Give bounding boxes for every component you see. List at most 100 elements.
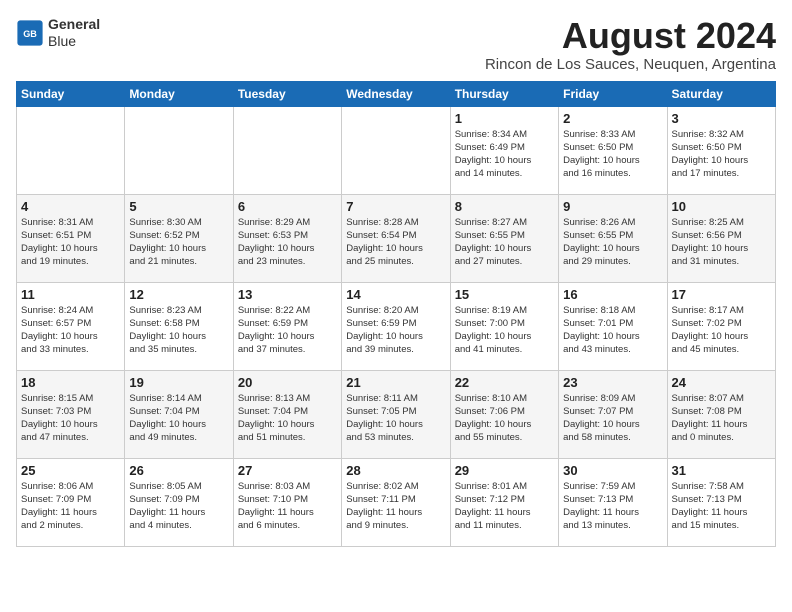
day-info: Sunrise: 8:25 AMSunset: 6:56 PMDaylight:…	[672, 216, 771, 269]
day-number: 5	[129, 199, 228, 214]
day-number: 25	[21, 463, 120, 478]
day-number: 21	[346, 375, 445, 390]
calendar-cell: 3 Sunrise: 8:32 AMSunset: 6:50 PMDaylight…	[667, 106, 775, 194]
calendar-cell: 26 Sunrise: 8:05 AMSunset: 7:09 PMDayligh…	[125, 458, 233, 546]
day-number: 2	[563, 111, 662, 126]
calendar-cell: 10 Sunrise: 8:25 AMSunset: 6:56 PMDayligh…	[667, 194, 775, 282]
day-of-week-header: Wednesday	[342, 81, 450, 106]
day-number: 4	[21, 199, 120, 214]
day-number: 24	[672, 375, 771, 390]
day-info: Sunrise: 8:28 AMSunset: 6:54 PMDaylight:…	[346, 216, 445, 269]
calendar-cell: 19Sunrise: 8:14 AMSunset: 7:04 PMDayligh…	[125, 370, 233, 458]
day-number: 17	[672, 287, 771, 302]
day-info: Sunrise: 8:24 AMSunset: 6:57 PMDaylight:…	[21, 304, 120, 357]
calendar-cell: 28 Sunrise: 8:02 AMSunset: 7:11 PMDayligh…	[342, 458, 450, 546]
day-info: Sunrise: 8:13 AMSunset: 7:04 PMDaylight:…	[238, 392, 337, 445]
calendar-cell: 31 Sunrise: 7:58 AMSunset: 7:13 PMDayligh…	[667, 458, 775, 546]
calendar-cell: 13 Sunrise: 8:22 AMSunset: 6:59 PMDayligh…	[233, 282, 341, 370]
calendar-cell: 12 Sunrise: 8:23 AMSunset: 6:58 PMDayligh…	[125, 282, 233, 370]
day-of-week-header: Saturday	[667, 81, 775, 106]
day-info: Sunrise: 8:06 AMSunset: 7:09 PMDaylight:…	[21, 480, 120, 533]
day-info: Sunrise: 8:27 AMSunset: 6:55 PMDaylight:…	[455, 216, 554, 269]
day-of-week-header: Monday	[125, 81, 233, 106]
day-number: 6	[238, 199, 337, 214]
calendar-cell	[233, 106, 341, 194]
day-number: 28	[346, 463, 445, 478]
day-info: Sunrise: 7:58 AMSunset: 7:13 PMDaylight:…	[672, 480, 771, 533]
day-number: 13	[238, 287, 337, 302]
calendar-cell: 7 Sunrise: 8:28 AMSunset: 6:54 PMDaylight…	[342, 194, 450, 282]
day-number: 22	[455, 375, 554, 390]
day-number: 26	[129, 463, 228, 478]
calendar-cell	[17, 106, 125, 194]
calendar-cell: 21 Sunrise: 8:11 AMSunset: 7:05 PMDayligh…	[342, 370, 450, 458]
day-info: Sunrise: 8:34 AMSunset: 6:49 PMDaylight:…	[455, 128, 554, 181]
day-info: Sunrise: 7:59 AMSunset: 7:13 PMDaylight:…	[563, 480, 662, 533]
day-number: 3	[672, 111, 771, 126]
day-number: 20	[238, 375, 337, 390]
logo: GB General Blue	[16, 16, 100, 50]
day-info: Sunrise: 8:11 AMSunset: 7:05 PMDaylight:…	[346, 392, 445, 445]
day-number: 7	[346, 199, 445, 214]
day-number: 27	[238, 463, 337, 478]
calendar-table: SundayMondayTuesdayWednesdayThursdayFrid…	[16, 81, 776, 547]
day-info: Sunrise: 8:23 AMSunset: 6:58 PMDaylight:…	[129, 304, 228, 357]
day-number: 31	[672, 463, 771, 478]
calendar-cell: 18Sunrise: 8:15 AMSunset: 7:03 PMDayligh…	[17, 370, 125, 458]
title-area: August 2024 Rincon de Los Sauces, Neuque…	[485, 16, 776, 73]
page-header: GB General Blue August 2024 Rincon de Lo…	[16, 16, 776, 73]
day-info: Sunrise: 8:14 AMSunset: 7:04 PMDaylight:…	[129, 392, 228, 445]
calendar-cell: 6 Sunrise: 8:29 AMSunset: 6:53 PMDaylight…	[233, 194, 341, 282]
day-number: 15	[455, 287, 554, 302]
day-info: Sunrise: 8:33 AMSunset: 6:50 PMDaylight:…	[563, 128, 662, 181]
day-number: 9	[563, 199, 662, 214]
day-number: 11	[21, 287, 120, 302]
calendar-cell: 29 Sunrise: 8:01 AMSunset: 7:12 PMDayligh…	[450, 458, 558, 546]
day-info: Sunrise: 8:18 AMSunset: 7:01 PMDaylight:…	[563, 304, 662, 357]
day-number: 14	[346, 287, 445, 302]
day-info: Sunrise: 8:10 AMSunset: 7:06 PMDaylight:…	[455, 392, 554, 445]
calendar-cell: 30Sunrise: 7:59 AMSunset: 7:13 PMDayligh…	[559, 458, 667, 546]
day-info: Sunrise: 8:07 AMSunset: 7:08 PMDaylight:…	[672, 392, 771, 445]
day-of-week-header: Friday	[559, 81, 667, 106]
calendar-cell	[342, 106, 450, 194]
day-number: 10	[672, 199, 771, 214]
day-info: Sunrise: 8:29 AMSunset: 6:53 PMDaylight:…	[238, 216, 337, 269]
day-info: Sunrise: 8:31 AMSunset: 6:51 PMDaylight:…	[21, 216, 120, 269]
day-info: Sunrise: 8:32 AMSunset: 6:50 PMDaylight:…	[672, 128, 771, 181]
calendar-cell: 1Sunrise: 8:34 AMSunset: 6:49 PMDaylight…	[450, 106, 558, 194]
day-of-week-header: Tuesday	[233, 81, 341, 106]
day-number: 12	[129, 287, 228, 302]
calendar-cell: 24 Sunrise: 8:07 AMSunset: 7:08 PMDayligh…	[667, 370, 775, 458]
day-info: Sunrise: 8:19 AMSunset: 7:00 PMDaylight:…	[455, 304, 554, 357]
calendar-cell: 4 Sunrise: 8:31 AMSunset: 6:51 PMDaylight…	[17, 194, 125, 282]
day-info: Sunrise: 8:02 AMSunset: 7:11 PMDaylight:…	[346, 480, 445, 533]
day-info: Sunrise: 8:30 AMSunset: 6:52 PMDaylight:…	[129, 216, 228, 269]
day-number: 8	[455, 199, 554, 214]
logo-icon: GB	[16, 19, 44, 47]
calendar-cell: 22 Sunrise: 8:10 AMSunset: 7:06 PMDayligh…	[450, 370, 558, 458]
calendar-cell: 23 Sunrise: 8:09 AMSunset: 7:07 PMDayligh…	[559, 370, 667, 458]
calendar-cell: 5 Sunrise: 8:30 AMSunset: 6:52 PMDaylight…	[125, 194, 233, 282]
calendar-cell: 25 Sunrise: 8:06 AMSunset: 7:09 PMDayligh…	[17, 458, 125, 546]
day-info: Sunrise: 8:05 AMSunset: 7:09 PMDaylight:…	[129, 480, 228, 533]
calendar-cell: 9Sunrise: 8:26 AMSunset: 6:55 PMDaylight…	[559, 194, 667, 282]
day-info: Sunrise: 8:20 AMSunset: 6:59 PMDaylight:…	[346, 304, 445, 357]
day-of-week-header: Sunday	[17, 81, 125, 106]
day-info: Sunrise: 8:09 AMSunset: 7:07 PMDaylight:…	[563, 392, 662, 445]
day-of-week-header: Thursday	[450, 81, 558, 106]
calendar-cell: 15 Sunrise: 8:19 AMSunset: 7:00 PMDayligh…	[450, 282, 558, 370]
calendar-cell: 14 Sunrise: 8:20 AMSunset: 6:59 PMDayligh…	[342, 282, 450, 370]
calendar-cell: 8 Sunrise: 8:27 AMSunset: 6:55 PMDaylight…	[450, 194, 558, 282]
day-info: Sunrise: 8:01 AMSunset: 7:12 PMDaylight:…	[455, 480, 554, 533]
day-number: 16	[563, 287, 662, 302]
day-number: 29	[455, 463, 554, 478]
day-number: 23	[563, 375, 662, 390]
calendar-cell: 2 Sunrise: 8:33 AMSunset: 6:50 PMDaylight…	[559, 106, 667, 194]
day-info: Sunrise: 8:22 AMSunset: 6:59 PMDaylight:…	[238, 304, 337, 357]
calendar-cell: 17Sunrise: 8:17 AMSunset: 7:02 PMDayligh…	[667, 282, 775, 370]
svg-text:GB: GB	[23, 29, 37, 39]
calendar-cell: 20 Sunrise: 8:13 AMSunset: 7:04 PMDayligh…	[233, 370, 341, 458]
location: Rincon de Los Sauces, Neuquen, Argentina	[485, 56, 776, 73]
calendar-cell	[125, 106, 233, 194]
